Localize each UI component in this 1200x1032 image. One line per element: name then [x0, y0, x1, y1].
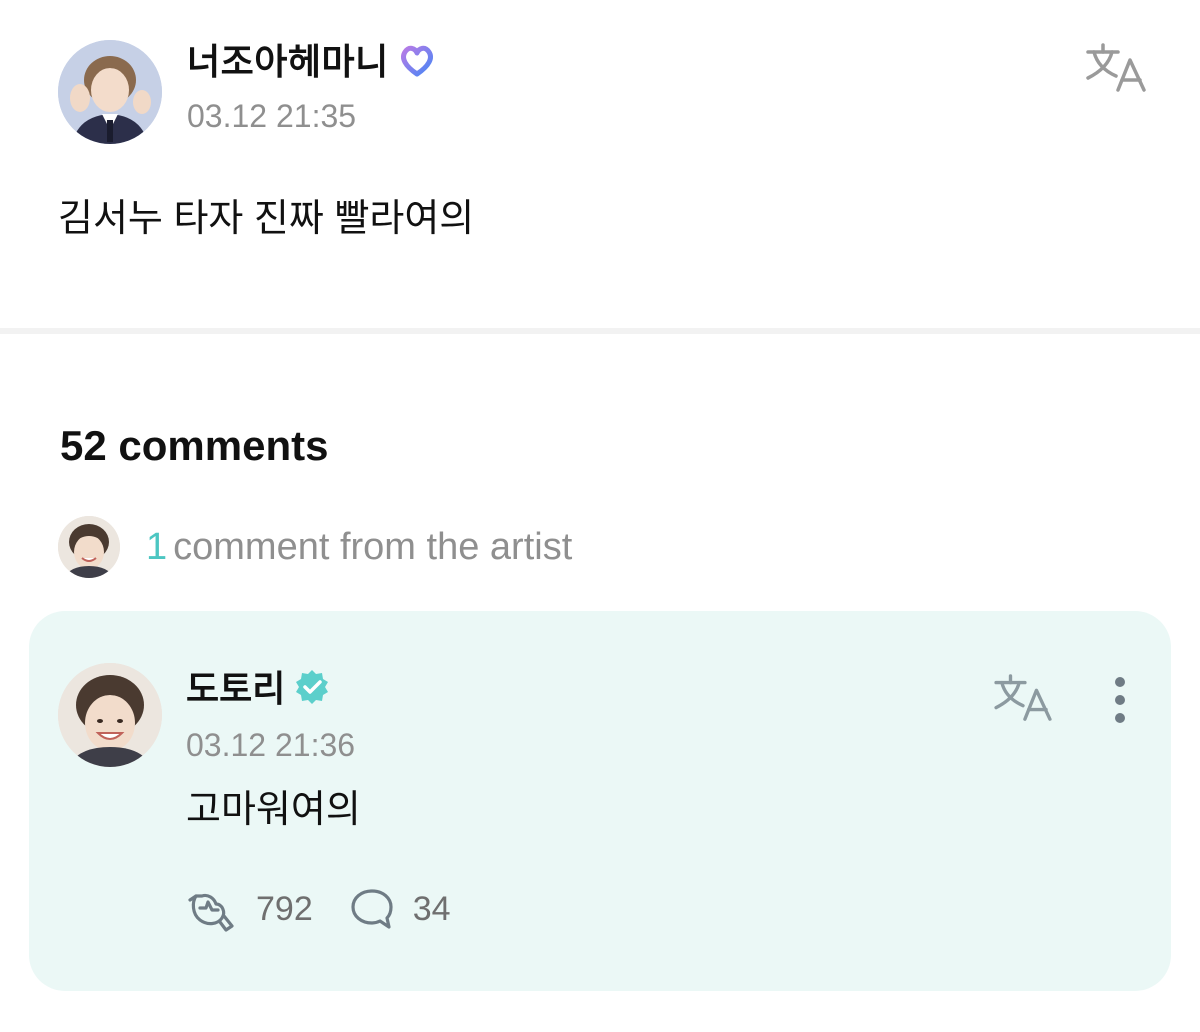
- comment-actions: 792 34: [186, 883, 451, 935]
- reply-button[interactable]: 34: [349, 887, 451, 931]
- like-count: 792: [256, 890, 313, 928]
- author-avatar[interactable]: [58, 40, 162, 144]
- translate-button[interactable]: [1084, 42, 1148, 94]
- artist-comment-card: 도토리 03.12 21:36 고마워여의 792 34: [29, 611, 1171, 991]
- more-vertical-icon[interactable]: [1105, 675, 1135, 725]
- membership-heart-badge-icon: [397, 40, 437, 85]
- comments-title: 52 comments: [60, 422, 329, 469]
- author-name[interactable]: 너조아헤마니: [187, 40, 389, 84]
- author-name-row: 너조아헤마니: [187, 40, 437, 84]
- comment-bubble-icon: [351, 889, 393, 929]
- commenter-avatar[interactable]: [58, 663, 162, 767]
- artist-comment-label: comment from the artist: [173, 526, 573, 568]
- post-timestamp: 03.12 21:35: [187, 98, 357, 134]
- comment-timestamp: 03.12 21:36: [186, 727, 356, 763]
- artist-comment-count: 1: [146, 526, 168, 568]
- commenter-name[interactable]: 도토리: [186, 667, 285, 711]
- post-page: 너조아헤마니 03.12 21:35 김서누 타자 진짜 빨라여의 52 com…: [0, 0, 1200, 1032]
- comment-body: 고마워여의: [186, 789, 361, 831]
- commenter-name-row: 도토리: [186, 667, 331, 711]
- translate-icon: [1086, 43, 1146, 92]
- like-icon: [188, 893, 234, 932]
- verified-badge-icon: [293, 668, 331, 711]
- post-body: 김서누 타자 진짜 빨라여의: [58, 198, 475, 240]
- like-button[interactable]: 792: [186, 886, 313, 932]
- reply-count: 34: [412, 890, 451, 928]
- translate-icon: [994, 674, 1052, 721]
- section-divider: [0, 328, 1200, 334]
- artist-avatar-mini: [58, 516, 120, 578]
- post-header: 너조아헤마니 03.12 21:35: [58, 40, 1148, 144]
- artist-comment-filter[interactable]: 1 comment from the artist: [58, 516, 572, 578]
- comment-translate-button[interactable]: [992, 673, 1054, 723]
